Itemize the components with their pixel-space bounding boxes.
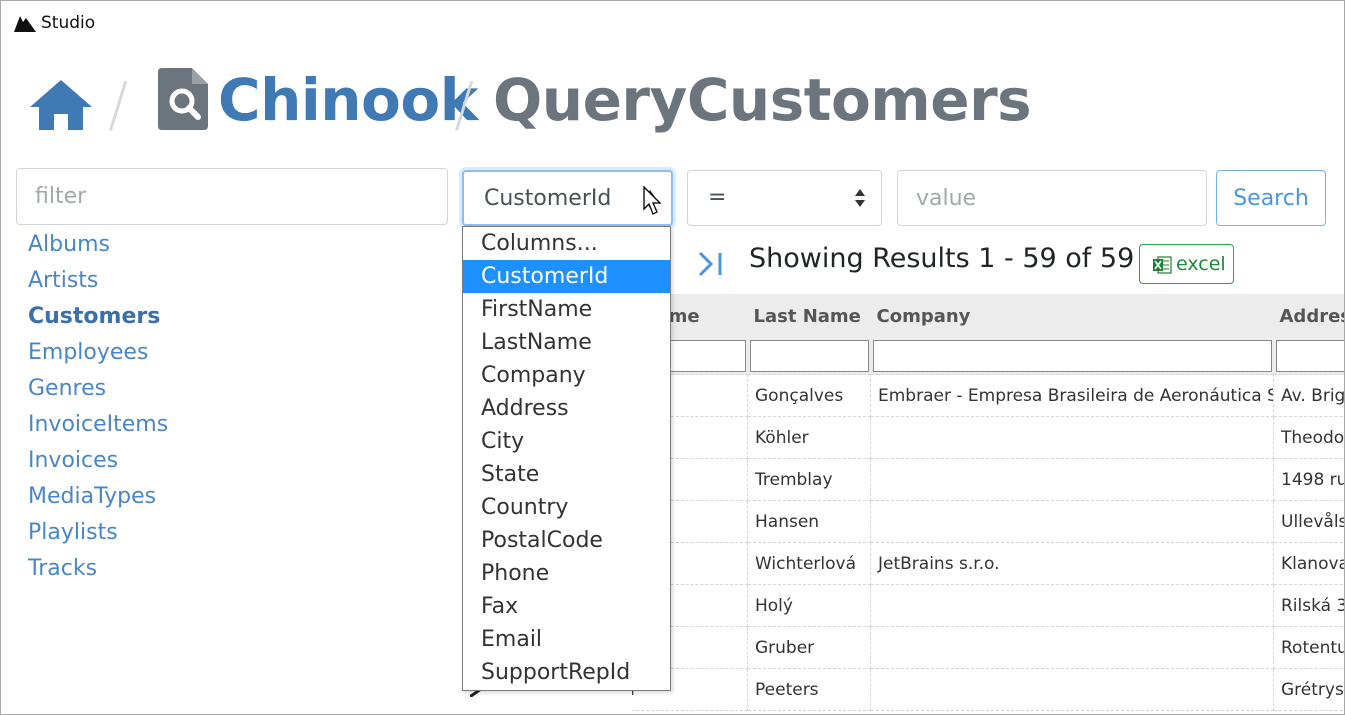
column-filter-cell [1273, 338, 1345, 375]
table-cell [870, 500, 1274, 543]
table-row[interactable]: AstridGruberRotenturmstraße 4, 1010 Inne… [632, 626, 1345, 669]
table-cell: Wichterlová [747, 542, 871, 585]
excel-label: excel [1176, 253, 1226, 275]
sidebar-item-employees[interactable]: Employees [28, 336, 168, 372]
column-filter-row [632, 338, 1345, 375]
studio-logo-icon [14, 16, 36, 32]
dropdown-option[interactable]: FirstName [463, 293, 670, 326]
dropdown-option[interactable]: Fax [463, 590, 670, 623]
sidebar-item-albums[interactable]: Albums [28, 228, 168, 264]
dropdown-option[interactable]: PostalCode [463, 524, 670, 557]
column-select-value: CustomerId [484, 186, 612, 211]
dropdown-option[interactable]: Columns... [463, 227, 670, 260]
table-cell [870, 458, 1274, 501]
column-filter-input[interactable] [1275, 340, 1345, 372]
results-summary: Showing Results 1 - 59 of 59 [749, 243, 1135, 274]
column-header[interactable]: Address [1273, 294, 1345, 338]
table-cell: Klanova 9/506 [1273, 542, 1345, 585]
table-cell: 1498 rue Bélanger [1273, 458, 1345, 501]
results-table: First NameLast NameCompanyAddress LuísGo… [632, 294, 1345, 711]
table-cell [870, 626, 1274, 669]
last-page-icon[interactable] [698, 251, 724, 277]
title-bar: Studio [0, 0, 1345, 46]
dropdown-option[interactable]: CustomerId [463, 260, 670, 293]
table-row[interactable]: LeonieKöhlerTheodor-Heuss-Straße 34 [632, 416, 1345, 459]
breadcrumb-separator: / [454, 70, 475, 140]
sidebar-item-invoiceitems[interactable]: InvoiceItems [28, 408, 168, 444]
table-cell: Tremblay [747, 458, 871, 501]
home-icon[interactable] [30, 80, 92, 130]
table-cell: Holý [747, 584, 871, 627]
sidebar-item-invoices[interactable]: Invoices [28, 444, 168, 480]
sidebar-item-genres[interactable]: Genres [28, 372, 168, 408]
operator-select[interactable]: = [687, 170, 882, 226]
table-row[interactable]: FrançoisTremblay1498 rue Bélanger [632, 458, 1345, 501]
excel-export-button[interactable]: excel [1139, 244, 1234, 284]
table-cell: Gruber [747, 626, 871, 669]
page-title: QueryCustomers [493, 66, 1032, 134]
table-header-row: First NameLast NameCompanyAddress [632, 294, 1345, 338]
table-cell: Hansen [747, 500, 871, 543]
table-cell: Ullevålsveien 14 [1273, 500, 1345, 543]
table-row[interactable]: BjørnHansenUllevålsveien 14 [632, 500, 1345, 543]
query-file-icon [158, 68, 208, 130]
column-filter-input[interactable] [749, 340, 869, 372]
dropdown-option[interactable]: SupportRepId [463, 656, 670, 689]
column-dropdown-list: Columns... CustomerId FirstName LastName Com… [462, 226, 671, 691]
breadcrumb-database-link[interactable]: Chinook [218, 66, 478, 134]
column-header[interactable]: Company [870, 294, 1274, 338]
table-cell: Rilská 3174/6 [1273, 584, 1345, 627]
sidebar-item-artists[interactable]: Artists [28, 264, 168, 300]
operator-select-value: = [708, 185, 727, 210]
table-row[interactable]: FrantišekWichterlováJetBrains s.r.o.Klan… [632, 542, 1345, 585]
sidebar-nav: Albums Artists Customers Employees Genres Inv… [28, 228, 168, 588]
sidebar-item-mediatypes[interactable]: MediaTypes [28, 480, 168, 516]
select-arrows-icon [855, 189, 865, 207]
column-select[interactable]: CustomerId [462, 170, 673, 226]
column-filter-cell [747, 338, 871, 375]
dropdown-option[interactable]: City [463, 425, 670, 458]
dropdown-option[interactable]: State [463, 458, 670, 491]
dropdown-option[interactable]: Country [463, 491, 670, 524]
column-filter-cell [870, 338, 1274, 375]
table-cell: Grétrystraat 63 [1273, 668, 1345, 711]
table-cell: Peeters [747, 668, 871, 711]
sidebar-filter-input[interactable] [16, 168, 448, 225]
table-row[interactable]: DaanPeetersGrétrystraat 63 [632, 668, 1345, 711]
sidebar-item-customers[interactable]: Customers [28, 300, 168, 336]
table-row[interactable]: LuísGonçalvesEmbraer - Empresa Brasileir… [632, 374, 1345, 417]
dropdown-option[interactable]: LastName [463, 326, 670, 359]
dropdown-option[interactable]: Address [463, 392, 670, 425]
mouse-cursor-icon [643, 186, 662, 215]
dropdown-option[interactable]: Company [463, 359, 670, 392]
excel-icon [1153, 256, 1172, 274]
column-header[interactable]: Last Name [747, 294, 871, 338]
table-cell [870, 584, 1274, 627]
breadcrumb-separator: / [108, 70, 129, 140]
search-button[interactable]: Search [1216, 170, 1326, 226]
table-cell: Embraer - Empresa Brasileira de Aeronáut… [870, 374, 1274, 417]
table-cell: Köhler [747, 416, 871, 459]
table-cell: JetBrains s.r.o. [870, 542, 1274, 585]
table-cell: Gonçalves [747, 374, 871, 417]
table-cell: Av. Brigadeiro Faria Lima, 2170 [1273, 374, 1345, 417]
dropdown-option[interactable]: Phone [463, 557, 670, 590]
dropdown-option[interactable]: Email [463, 623, 670, 656]
column-filter-input[interactable] [872, 340, 1272, 372]
table-cell [870, 416, 1274, 459]
table-cell [870, 668, 1274, 711]
table-row[interactable]: HelenaHolýRilská 3174/6 [632, 584, 1345, 627]
window-title: Studio [41, 13, 96, 33]
table-cell: Theodor-Heuss-Straße 34 [1273, 416, 1345, 459]
value-input[interactable] [897, 170, 1207, 226]
table-cell: Rotenturmstraße 4, 1010 Innere Stadt [1273, 626, 1345, 669]
sidebar-item-playlists[interactable]: Playlists [28, 516, 168, 552]
results-table-container: First NameLast NameCompanyAddress LuísGo… [632, 294, 1345, 715]
sidebar-item-tracks[interactable]: Tracks [28, 552, 168, 588]
breadcrumb: / Chinook / QueryCustomers [30, 64, 1032, 144]
